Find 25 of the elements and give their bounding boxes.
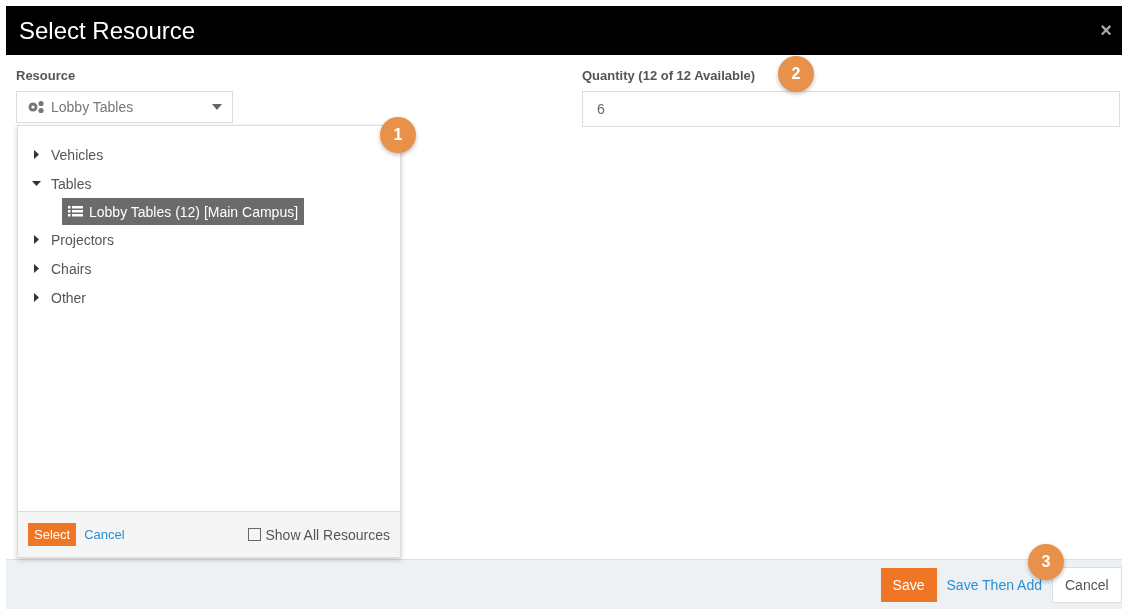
tree-node[interactable]: Other <box>32 283 400 312</box>
caret-right-icon[interactable] <box>32 264 41 273</box>
close-button[interactable]: × <box>1100 19 1112 42</box>
quantity-label: Quantity (12 of 12 Available) <box>582 68 756 83</box>
caret-down-icon[interactable] <box>32 179 41 188</box>
window-title: Select Resource <box>19 16 196 45</box>
tree-item[interactable]: Lobby Tables (12) [Main Campus] <box>62 198 305 225</box>
caret-right-icon[interactable] <box>32 293 41 302</box>
quantity-field[interactable]: 6 <box>582 91 1120 127</box>
show-all-checkbox[interactable]: Show All Resources <box>248 526 390 543</box>
gears-icon <box>27 100 45 114</box>
checkbox-box[interactable] <box>248 528 262 541</box>
tree-node[interactable]: Chairs <box>32 254 400 283</box>
caret-down-icon <box>212 104 222 110</box>
tree-node[interactable]: Tables <box>32 169 400 198</box>
cancel-button[interactable]: Cancel <box>1052 566 1122 603</box>
step-badge: 1 <box>380 117 416 153</box>
step-badge: 2 <box>778 56 814 92</box>
tree-node[interactable]: Projectors <box>32 225 400 254</box>
caret-right-icon[interactable] <box>32 235 41 244</box>
resource-label: Resource <box>16 68 76 83</box>
list-icon <box>68 205 83 218</box>
step-badge: 3 <box>1028 544 1064 580</box>
caret-right-icon[interactable] <box>32 150 41 159</box>
resource-picker[interactable]: Lobby Tables <box>16 91 233 123</box>
